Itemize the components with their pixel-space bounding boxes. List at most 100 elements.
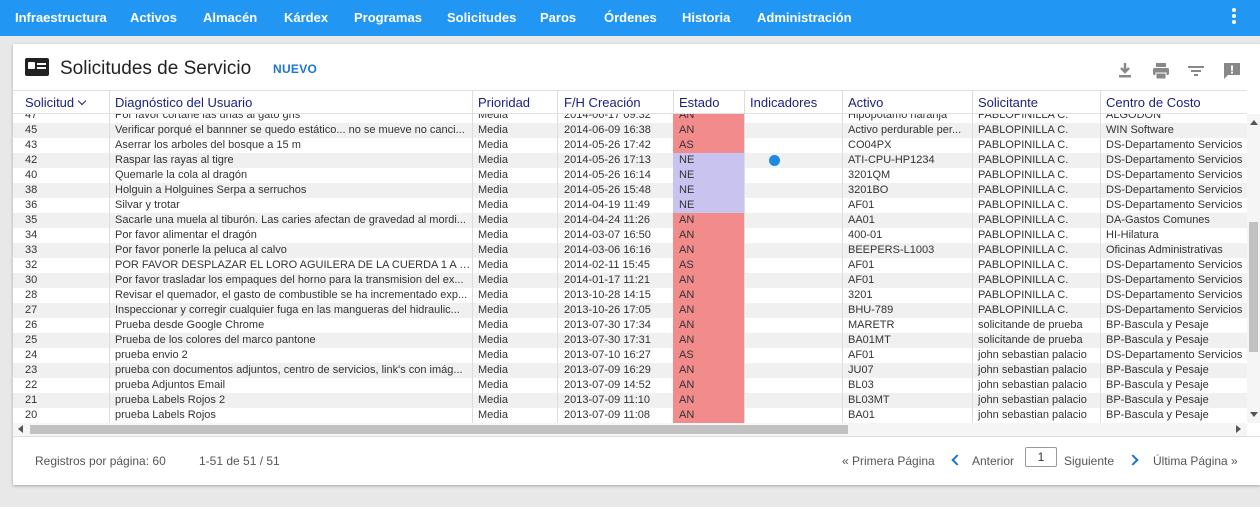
table-row[interactable]: 20 prueba Labels Rojos Media 2013-07-09 11:… xyxy=(13,408,1247,423)
table-body: 47 Por favor cortarle las uñas al gato gr… xyxy=(13,114,1247,423)
cell-fecha: 2014-04-19 11:49 xyxy=(558,198,674,213)
column-header-estado[interactable]: Estado xyxy=(673,91,745,114)
column-header-centro-costo[interactable]: Centro de Costo xyxy=(1100,91,1247,114)
column-header-fecha-creacion[interactable]: F/H Creación xyxy=(558,91,674,114)
column-header-prioridad[interactable]: Prioridad xyxy=(472,91,558,114)
cell-solicitud: 32 xyxy=(19,258,110,273)
prev-page-link[interactable]: Anterior xyxy=(972,454,1014,468)
table-row[interactable]: 38 Holguin a Holguines Serpa a serruchos M… xyxy=(13,183,1247,198)
column-header-indicadores[interactable]: Indicadores xyxy=(744,91,843,114)
column-header-diagnostico[interactable]: Diagnóstico del Usuario xyxy=(109,91,473,114)
horizontal-scrollbar[interactable] xyxy=(13,423,1247,436)
cell-estado: AN xyxy=(673,228,745,243)
table-row[interactable]: 47 Por favor cortarle las uñas al gato gr… xyxy=(13,114,1247,123)
cell-indicadores xyxy=(744,333,843,348)
table-row[interactable]: 27 Inspeccionar y corregir cualquier fuga… xyxy=(13,303,1247,318)
cell-prioridad: Media xyxy=(472,288,558,303)
table-row[interactable]: 33 Por favor ponerle la peluca al calvo Me… xyxy=(13,243,1247,258)
last-page-link[interactable]: Última Página » xyxy=(1153,454,1238,468)
cell-diagnostico: Silvar y trotar xyxy=(109,198,473,213)
cell-fecha: 2014-05-26 16:14 xyxy=(558,168,674,183)
filter-icon[interactable] xyxy=(1185,60,1207,82)
scroll-down-icon[interactable] xyxy=(1250,412,1258,417)
table-row[interactable]: 22 prueba Adjuntos Email Media 2013-07-09 1… xyxy=(13,378,1247,393)
nav-item-kardex[interactable]: Kárdex xyxy=(284,0,328,36)
scroll-left-icon[interactable] xyxy=(18,425,23,433)
cell-estado: AN xyxy=(673,303,745,318)
cell-indicadores xyxy=(744,288,843,303)
feedback-icon[interactable] xyxy=(1221,60,1243,82)
cell-centro-costo: DS-Departamento Servicios xyxy=(1106,304,1243,316)
column-header-activo[interactable]: Activo xyxy=(842,91,973,114)
cell-indicadores xyxy=(744,258,843,273)
page-number-input[interactable]: 1 xyxy=(1025,447,1057,467)
cell-indicadores xyxy=(744,198,843,213)
cell-diagnostico: Por favor alimentar el dragón xyxy=(109,228,473,243)
cell-estado: NE xyxy=(673,153,745,168)
table-row[interactable]: 45 Verificar porqué el bannner se quedo e… xyxy=(13,123,1247,138)
nav-item-ordenes[interactable]: Órdenes xyxy=(604,0,657,36)
next-page-link[interactable]: Siguiente xyxy=(1064,454,1114,468)
cell-diagnostico: Por favor cortarle las uñas al gato gris xyxy=(109,114,473,123)
nav-item-programas[interactable]: Programas xyxy=(354,0,422,36)
cell-activo: 400-01 xyxy=(842,228,973,243)
table-row[interactable]: 23 prueba con documentos adjuntos, centro… xyxy=(13,363,1247,378)
cell-centro-costo: DS-Departamento Servicios xyxy=(1106,349,1243,361)
nav-item-historia[interactable]: Historia xyxy=(682,0,730,36)
cell-centro-costo: DS-Departamento Servicios xyxy=(1106,169,1243,181)
cell-indicadores xyxy=(744,243,843,258)
cell-prioridad: Media xyxy=(472,183,558,198)
first-page-link[interactable]: « Primera Página xyxy=(842,454,935,468)
cell-solicitante: PABLOPINILLA C. xyxy=(972,288,1101,303)
nav-item-almacen[interactable]: Almacén xyxy=(203,0,257,36)
cell-centro-costo: ALGODON xyxy=(1106,114,1162,121)
cell-centro-costo: DS-Departamento Servicios xyxy=(1106,184,1243,196)
more-options-icon[interactable] xyxy=(1228,6,1240,26)
nav-item-solicitudes[interactable]: Solicitudes xyxy=(447,0,516,36)
indicator-dot-icon xyxy=(769,155,780,166)
table-row[interactable]: 32 POR FAVOR DESPLAZAR EL LORO AGUILERA D… xyxy=(13,258,1247,273)
cell-diagnostico: Quemarle la cola al dragón xyxy=(109,168,473,183)
nav-item-administracion[interactable]: Administración xyxy=(757,0,852,36)
cell-diagnostico: POR FAVOR DESPLAZAR EL LORO AGUILERA DE … xyxy=(109,258,473,273)
cell-centro-costo: BP-Bascula y Pesaje xyxy=(1106,394,1209,406)
cell-prioridad: Media xyxy=(472,318,558,333)
table-row[interactable]: 24 prueba envio 2 Media 2013-07-10 16:27 AS A… xyxy=(13,348,1247,363)
cell-diagnostico: prueba envio 2 xyxy=(109,348,473,363)
download-icon[interactable] xyxy=(1114,60,1136,82)
column-header-solicitante[interactable]: Solicitante xyxy=(972,91,1101,114)
horizontal-scroll-thumb[interactable] xyxy=(30,425,848,434)
cell-estado: AN xyxy=(673,288,745,303)
cell-solicitante: PABLOPINILLA C. xyxy=(972,213,1101,228)
scroll-right-icon[interactable] xyxy=(1236,425,1241,433)
table-row[interactable]: 40 Quemarle la cola al dragón Media 2014-05… xyxy=(13,168,1247,183)
cell-fecha: 2014-06-09 16:38 xyxy=(558,123,674,138)
vertical-scroll-thumb[interactable] xyxy=(1249,222,1258,352)
column-header-solicitud[interactable]: Solicitud xyxy=(19,91,110,114)
table-row[interactable]: 34 Por favor alimentar el dragón Media 2014… xyxy=(13,228,1247,243)
records-per-page-label[interactable]: Registros por página: 60 xyxy=(35,454,166,468)
cell-solicitud: 38 xyxy=(19,183,110,198)
table-row[interactable]: 42 Raspar las rayas al tigre Media 2014-05-… xyxy=(13,153,1247,168)
nav-item-infraestructura[interactable]: Infraestructura xyxy=(15,0,107,36)
cell-activo: BA01 xyxy=(842,408,973,423)
table-row[interactable]: 26 Prueba desde Google Chrome Media 2013-07… xyxy=(13,318,1247,333)
table-row[interactable]: 35 Sacarle una muela al tiburón. Las cari… xyxy=(13,213,1247,228)
table-row[interactable]: 43 Aserrar los arboles del bosque a 15 mM… xyxy=(13,138,1247,153)
table-row[interactable]: 30 Por favor trasladar los empaques del h… xyxy=(13,273,1247,288)
chevron-right-icon[interactable] xyxy=(1127,454,1139,466)
table-row[interactable]: 36 Silvar y trotar Media 2014-04-19 11:49 NE… xyxy=(13,198,1247,213)
scroll-up-icon[interactable] xyxy=(1250,120,1258,125)
nav-item-activos[interactable]: Activos xyxy=(130,0,177,36)
table-row[interactable]: 25 Prueba de los colores del marco panton… xyxy=(13,333,1247,348)
new-request-button[interactable]: NUEVO xyxy=(273,62,317,76)
chevron-left-icon[interactable] xyxy=(951,454,963,466)
cell-estado: AN xyxy=(673,393,745,408)
nav-item-paros[interactable]: Paros xyxy=(540,0,576,36)
cell-solicitud: 33 xyxy=(19,243,110,258)
table-row[interactable]: 28 Revisar el quemador, el gasto de combu… xyxy=(13,288,1247,303)
print-icon[interactable] xyxy=(1150,60,1172,82)
cell-indicadores xyxy=(744,114,843,123)
vertical-scrollbar[interactable] xyxy=(1247,114,1260,423)
table-row[interactable]: 21 prueba Labels Rojos 2 Media 2013-07-09 1… xyxy=(13,393,1247,408)
